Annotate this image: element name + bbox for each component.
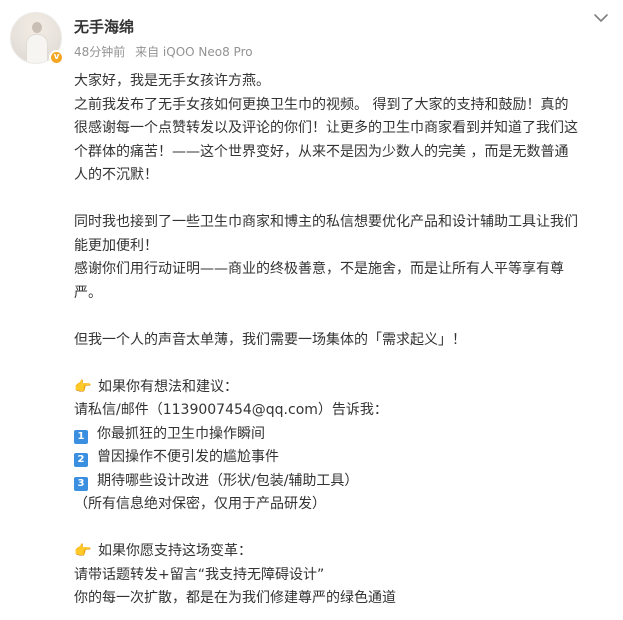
list-item: 2 曾因操作不便引发的尴尬事件 xyxy=(74,446,619,470)
post-text-line: 大家好，我是无手女孩许方燕。 xyxy=(74,73,270,89)
post-text-line: 之前我发布了无手女孩如何更换卫生巾的视频。 得到了大家的支持和鼓励！真的 xyxy=(74,96,569,113)
pointing-hand-icon: 👉 xyxy=(74,378,92,395)
verified-badge-icon: v xyxy=(49,50,64,65)
section2-action: 请带话题转发+留言“我支持无障碍设计” xyxy=(74,566,325,583)
number-badge-icon: 3 xyxy=(74,476,88,491)
post-text-line: 同时我也接到了一些卫生巾商家和博主的私信想要优化产品和设计辅助工具让我们 xyxy=(74,214,578,230)
author-name[interactable]: 无手海绵 xyxy=(74,17,134,37)
post-time[interactable]: 48分钟前 xyxy=(74,45,125,59)
section1-note: （所有信息绝对保密，仅用于产品研发） xyxy=(74,496,326,512)
section1-contact: 请私信/邮件（1139007454@qq.com）告诉我： xyxy=(74,402,388,418)
avatar-figure-body xyxy=(26,34,48,63)
list-item-text: 你最抓狂的卫生巾操作瞬间 xyxy=(97,425,265,442)
section1-heading-text: 如果你有想法和建议： xyxy=(98,378,238,395)
section2-heading: 👉 如果你愿支持这场变革： xyxy=(74,540,619,564)
number-badge-icon: 1 xyxy=(74,429,88,444)
weibo-post: v 无手海绵 48分钟前 来自 iQOO Neo8 Pro 大家好，我是无手女孩… xyxy=(0,0,623,620)
post-text-line: 个群体的痛苦！——这个世界变好，从来不是因为少数人的完美 ，而是无数普通 xyxy=(74,143,569,160)
section2-closing: 你的每一次扩散，都是在为我们修建尊严的绿色通道 xyxy=(74,590,396,606)
list-item: 3 期待哪些设计改进（形状/包装/辅助工具） xyxy=(74,470,619,494)
post-text-line: 人的不沉默！ xyxy=(74,167,158,183)
post-text-line: 感谢你们用行动证明——商业的终极善意，不是施舍，而是让所有人平等享有尊 xyxy=(74,261,564,277)
post-text-line: 很感谢每一个点赞转发以及评论的你们！让更多的卫生巾商家看到并知道了我们这 xyxy=(74,120,578,136)
pointing-hand-icon: 👉 xyxy=(74,543,92,559)
post-text-line: 能更加便利！ xyxy=(74,237,158,254)
post-source: 来自 iQOO Neo8 Pro xyxy=(135,45,253,59)
avatar[interactable]: v xyxy=(10,12,64,65)
post-meta: 48分钟前 来自 iQOO Neo8 Pro xyxy=(74,44,259,60)
chevron-down-icon[interactable] xyxy=(593,12,609,24)
post-content: 大家好，我是无手女孩许方燕。 之前我发布了无手女孩如何更换卫生巾的视频。 得到了… xyxy=(74,70,619,611)
number-badge-icon: 2 xyxy=(74,453,88,467)
list-item: 1 你最抓狂的卫生巾操作瞬间 xyxy=(74,423,619,447)
section1-heading: 👉 如果你有想法和建议： xyxy=(74,376,619,400)
post-text-line: 但我一个人的声音太单薄，我们需要一场集体的「需求起义」！ xyxy=(74,331,466,348)
section2-heading-text: 如果你愿支持这场变革： xyxy=(98,543,252,559)
list-item-text: 曾因操作不便引发的尴尬事件 xyxy=(97,449,279,465)
list-item-text: 期待哪些设计改进（形状/包装/辅助工具） xyxy=(97,472,359,489)
post-text-line: 严。 xyxy=(74,284,102,301)
avatar-figure-head xyxy=(32,22,42,33)
